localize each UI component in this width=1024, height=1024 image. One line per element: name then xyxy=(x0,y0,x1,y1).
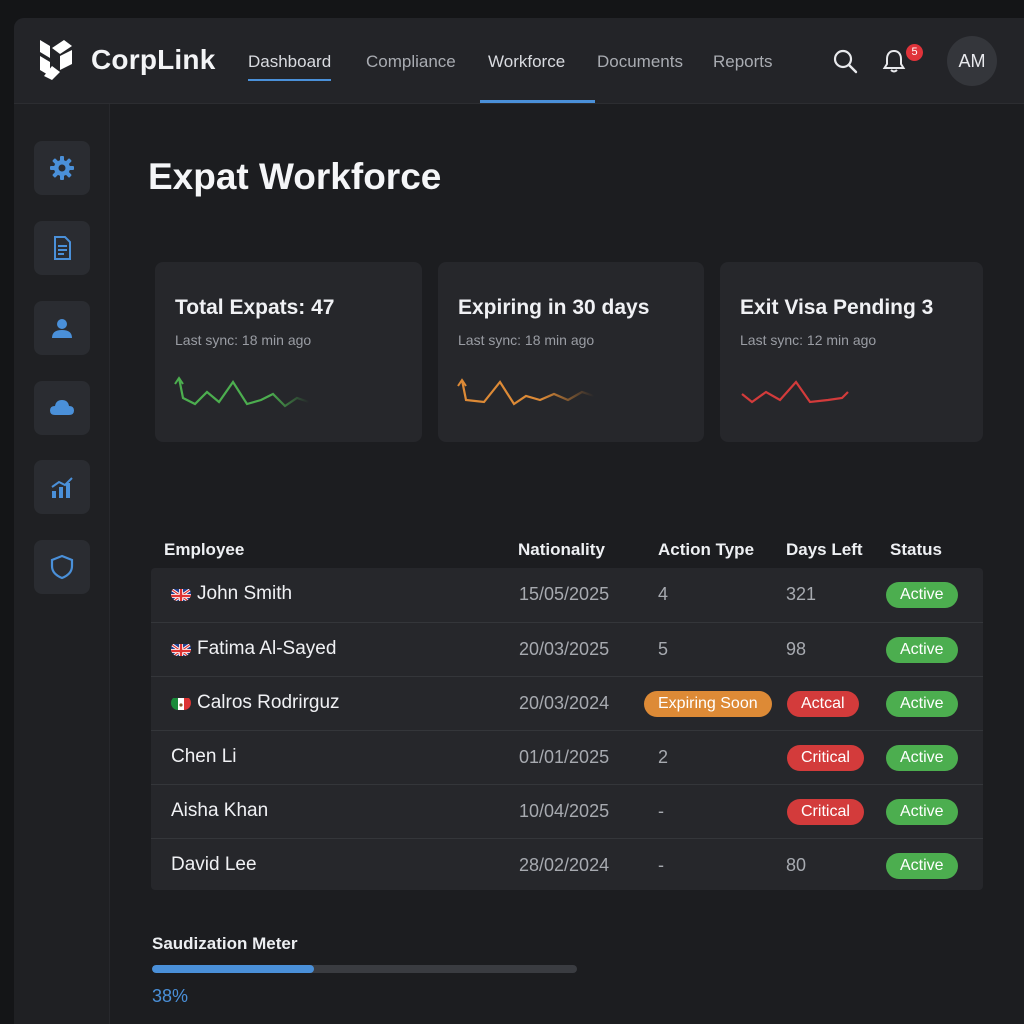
column-nationality[interactable]: Nationality xyxy=(518,540,605,560)
table-row[interactable]: Fatima Al-Sayed 20/03/2025 5 98 Active xyxy=(151,622,983,676)
table-row[interactable]: Calros Rodrirguz 20/03/2024 Expiring Soon A… xyxy=(151,676,983,730)
employee-cell: Calros Rodrirguz xyxy=(171,692,340,714)
stat-card-exit-visa[interactable]: Exit Visa Pending 3 Last sync: 12 min ag… xyxy=(720,262,983,442)
stat-card-expiring[interactable]: Expiring in 30 days Last sync: 18 min ag… xyxy=(438,262,704,442)
days-left-cell: Critical xyxy=(787,745,864,771)
uk-flag-icon xyxy=(171,587,191,601)
stat-card-sync: Last sync: 12 min ago xyxy=(740,332,877,348)
sidebar-item-settings[interactable] xyxy=(34,141,90,195)
status-badge: Active xyxy=(886,745,958,771)
sidebar xyxy=(14,104,110,1024)
nav-dashboard-underline xyxy=(248,79,332,81)
employee-name: David Lee xyxy=(171,854,257,875)
search-icon[interactable] xyxy=(832,48,858,74)
sidebar-item-analytics[interactable] xyxy=(34,460,90,514)
table-row[interactable]: David Lee 28/02/2024 - 80 Active xyxy=(151,838,983,892)
sidebar-item-cloud[interactable] xyxy=(34,381,90,435)
table-row[interactable]: Aisha Khan 10/04/2025 - Critical Active xyxy=(151,784,983,838)
saudization-meter-label: Saudization Meter xyxy=(152,934,298,953)
status-badge: Active xyxy=(886,799,958,825)
action-type-cell: 4 xyxy=(658,584,669,604)
page-title: Expat Workforce xyxy=(148,156,442,197)
saudization-meter-value: 38% xyxy=(152,986,189,1006)
active-tab-indicator xyxy=(480,100,595,103)
employee-cell: Aisha Khan xyxy=(171,800,268,822)
stat-card-title: Exit Visa Pending 3 xyxy=(740,296,934,319)
nav-workforce[interactable]: Workforce xyxy=(488,52,565,72)
column-employee[interactable]: Employee xyxy=(164,540,244,560)
nationality-cell: 01/01/2025 xyxy=(519,747,610,767)
shield-icon xyxy=(50,554,74,580)
employee-name: Chen Li xyxy=(171,746,237,767)
employee-cell: Chen Li xyxy=(171,746,237,768)
avatar[interactable]: AM xyxy=(947,36,997,86)
corplink-logo-icon xyxy=(40,40,72,80)
employee-name: Calros Rodrirguz xyxy=(197,692,340,713)
sparkline-exit-visa xyxy=(741,380,849,404)
gear-icon xyxy=(50,156,74,180)
document-icon xyxy=(54,236,71,260)
nav-documents[interactable]: Documents xyxy=(597,52,683,72)
app-window: CorpLink Dashboard Compliance Workforce … xyxy=(14,18,1024,1024)
days-left-cell: 98 xyxy=(786,639,807,659)
nationality-cell: 20/03/2024 xyxy=(519,693,610,713)
uk-flag-icon xyxy=(171,642,191,656)
table-header: Employee Nationality Action Type Days Le… xyxy=(151,530,983,568)
nav-compliance[interactable]: Compliance xyxy=(366,52,456,72)
user-icon xyxy=(52,319,72,338)
stat-card-total-expats[interactable]: Total Expats: 47 Last sync: 18 min ago xyxy=(155,262,422,442)
nav-reports[interactable]: Reports xyxy=(713,52,773,72)
nationality-cell: 28/02/2024 xyxy=(519,855,610,875)
column-action-type[interactable]: Action Type xyxy=(658,540,754,560)
status-badge: Active xyxy=(886,582,958,608)
brand-name: CorpLink xyxy=(91,44,216,75)
sidebar-item-security[interactable] xyxy=(34,540,90,594)
nationality-cell: 10/04/2025 xyxy=(519,801,610,821)
stat-card-title: Total Expats: 47 xyxy=(175,296,335,319)
action-type-cell: 2 xyxy=(658,747,669,767)
bell-icon[interactable] xyxy=(881,48,907,74)
action-type-cell: Expiring Soon xyxy=(644,691,772,717)
employee-cell: David Lee xyxy=(171,854,257,876)
stat-card-title: Expiring in 30 days xyxy=(458,296,650,319)
employee-name: Fatima Al-Sayed xyxy=(197,638,337,659)
column-status[interactable]: Status xyxy=(890,540,942,560)
action-type-cell: - xyxy=(658,855,664,875)
table-body: John Smith 15/05/2025 4 321 Active Fatima Al-… xyxy=(151,568,983,890)
status-badge: Active xyxy=(886,691,958,717)
nationality-cell: 20/03/2025 xyxy=(519,639,610,659)
sparkline-expiring xyxy=(457,378,595,406)
sidebar-item-people[interactable] xyxy=(34,301,90,355)
column-days-left[interactable]: Days Left xyxy=(786,540,863,560)
days-left-cell: 321 xyxy=(786,584,817,604)
table-row[interactable]: John Smith 15/05/2025 4 321 Active xyxy=(151,568,983,622)
cloud-icon xyxy=(50,400,74,415)
nav-dashboard-label: Dashboard xyxy=(248,52,332,71)
notification-badge: 5 xyxy=(906,44,923,61)
status-badge: Active xyxy=(886,637,958,663)
employee-name: Aisha Khan xyxy=(171,800,269,821)
days-left-cell: Critical xyxy=(787,799,864,825)
days-left-cell: 80 xyxy=(786,855,807,875)
sidebar-item-documents[interactable] xyxy=(34,221,90,275)
action-type-cell: 5 xyxy=(658,639,669,659)
saudization-meter-fill xyxy=(152,965,314,973)
action-type-cell: - xyxy=(658,801,664,821)
top-bar: CorpLink Dashboard Compliance Workforce … xyxy=(14,18,1024,104)
stat-card-sync: Last sync: 18 min ago xyxy=(175,332,312,348)
sparkline-total-expats xyxy=(174,376,310,408)
stat-card-sync: Last sync: 18 min ago xyxy=(458,332,595,348)
employee-cell: John Smith xyxy=(171,583,292,605)
employee-cell: Fatima Al-Sayed xyxy=(171,638,336,660)
nationality-cell: 15/05/2025 xyxy=(519,584,610,604)
chart-icon xyxy=(51,477,73,498)
employee-name: John Smith xyxy=(197,583,293,604)
mexico-flag-icon xyxy=(171,696,191,710)
days-left-cell: Actcal xyxy=(787,691,859,717)
table-row[interactable]: Chen Li 01/01/2025 2 Critical Active xyxy=(151,730,983,784)
nav-dashboard[interactable]: Dashboard xyxy=(248,52,332,81)
status-badge: Active xyxy=(886,853,958,879)
saudization-meter-track xyxy=(152,965,577,973)
